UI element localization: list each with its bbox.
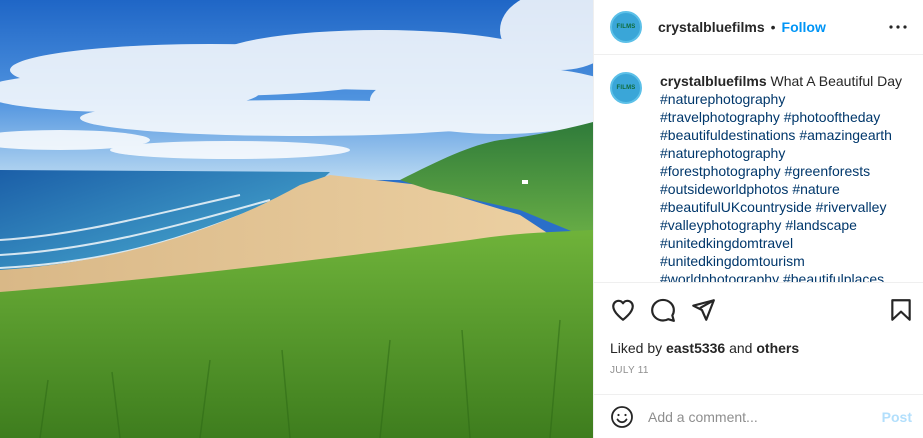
avatar[interactable]: FILMS xyxy=(610,11,642,43)
hashtag[interactable]: #unitedkingdomtourism xyxy=(660,252,908,270)
hashtag[interactable]: #landscape xyxy=(785,217,857,233)
username-link[interactable]: crystalbluefilms xyxy=(658,19,765,35)
post-header: FILMS crystalbluefilms • Follow xyxy=(594,0,923,55)
hashtag[interactable]: #naturephotography xyxy=(660,144,908,162)
hashtag[interactable]: #photooftheday xyxy=(784,109,881,125)
post-photo[interactable] xyxy=(0,0,593,438)
post-actions: Liked by east5336 and others JULY 11 xyxy=(594,282,923,402)
hashtag[interactable]: #amazingearth xyxy=(799,127,892,143)
comment-input[interactable] xyxy=(648,408,868,425)
share-icon[interactable] xyxy=(690,297,716,323)
more-options-icon[interactable] xyxy=(888,15,908,39)
hashtag[interactable]: #naturephotography xyxy=(660,90,908,108)
liked-by-prefix: Liked by xyxy=(610,340,663,356)
separator-dot: • xyxy=(770,19,776,35)
avatar-text: FILMS xyxy=(616,85,636,91)
post-date[interactable]: JULY 11 xyxy=(610,365,649,376)
post-comment-button[interactable]: Post xyxy=(882,409,912,425)
hashtag[interactable]: #greenforests xyxy=(785,163,871,179)
post-details-panel: FILMS crystalbluefilms • Follow FILMS cr… xyxy=(593,0,923,438)
hashtag[interactable]: #rivervalley xyxy=(816,199,887,215)
liked-by-others-link[interactable]: others xyxy=(756,340,799,356)
hashtag[interactable]: #worldphotography xyxy=(660,271,779,282)
comment-icon[interactable] xyxy=(650,297,676,323)
hashtag[interactable]: #travelphotography xyxy=(660,109,780,125)
hashtag[interactable]: #beautifuldestinations xyxy=(660,127,795,143)
liked-by-and: and xyxy=(729,340,753,356)
caption-avatar[interactable]: FILMS xyxy=(610,72,642,104)
follow-button[interactable]: Follow xyxy=(782,19,826,35)
heart-icon[interactable] xyxy=(610,297,636,323)
hashtag[interactable]: #beautifulplaces xyxy=(783,271,884,282)
caption: crystalbluefilms What A Beautiful Day #n… xyxy=(660,72,908,282)
hashtag[interactable]: #forestphotography xyxy=(660,163,781,179)
landscape-photo xyxy=(0,0,593,438)
emoji-icon[interactable] xyxy=(610,405,634,429)
caption-text: What A Beautiful Day xyxy=(766,73,903,89)
likes-summary: Liked by east5336 and others xyxy=(610,340,799,356)
comment-bar: Post xyxy=(594,394,923,438)
hashtag[interactable]: #unitedkingdomtravel xyxy=(660,234,908,252)
hashtag[interactable]: #valleyphotography xyxy=(660,217,781,233)
hashtag[interactable]: #nature xyxy=(792,181,839,197)
bookmark-icon[interactable] xyxy=(888,297,914,323)
liked-by-user-link[interactable]: east5336 xyxy=(666,340,725,356)
caption-username[interactable]: crystalbluefilms xyxy=(660,73,767,89)
avatar-text: FILMS xyxy=(616,24,636,30)
caption-section: FILMS crystalbluefilms What A Beautiful … xyxy=(594,56,923,282)
hashtag[interactable]: #outsideworldphotos xyxy=(660,181,788,197)
hashtag[interactable]: #beautifulUKcountryside xyxy=(660,199,812,215)
